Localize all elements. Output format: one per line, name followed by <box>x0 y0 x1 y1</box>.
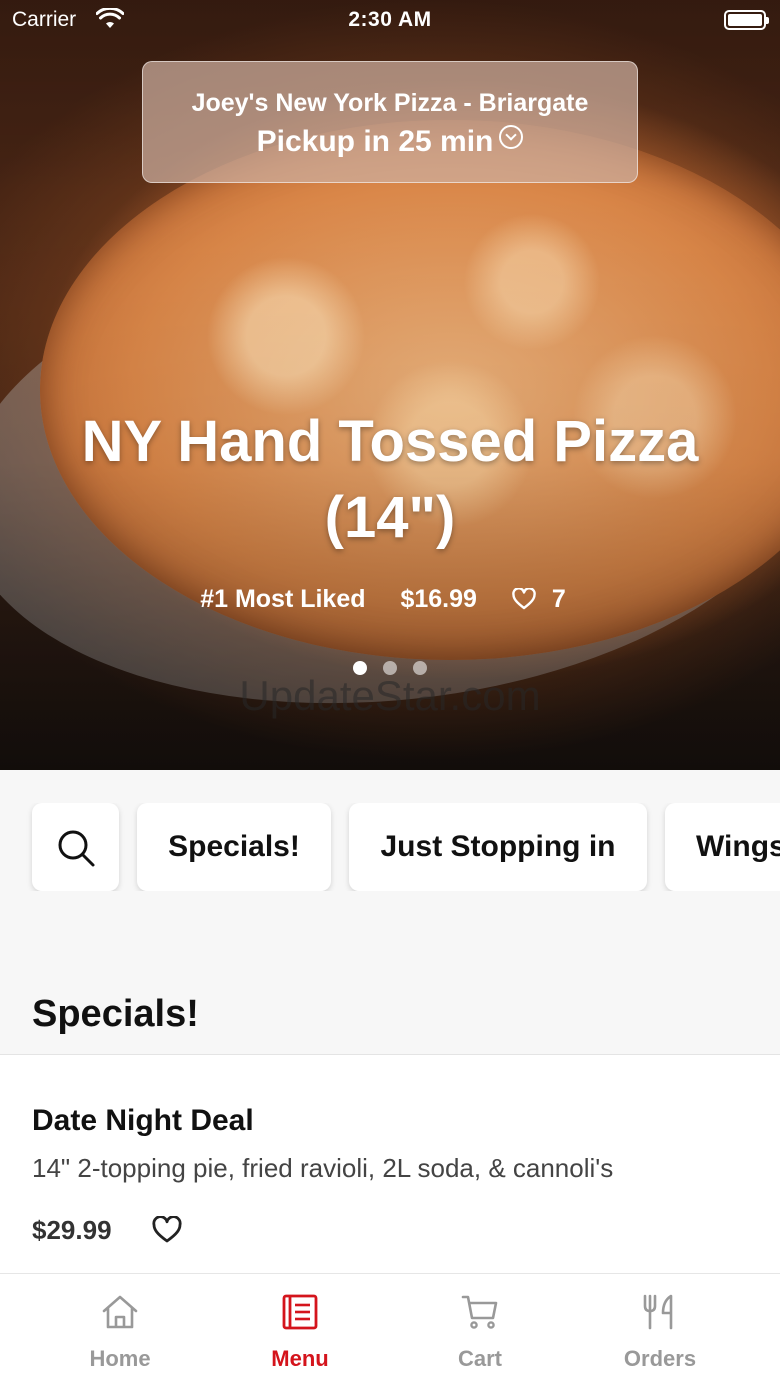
location-selector[interactable]: Joey's New York Pizza - Briargate Pickup… <box>142 61 638 183</box>
tab-orders[interactable]: Orders <box>570 1274 750 1387</box>
tab-cart[interactable]: Cart <box>390 1274 570 1387</box>
pickup-time: Pickup in 25 min <box>143 125 637 159</box>
category-chip-specials[interactable]: Specials! <box>137 803 331 891</box>
category-chip-just-stopping-in[interactable]: Just Stopping in <box>349 803 647 891</box>
featured-rank: #1 Most Liked <box>200 585 366 613</box>
tab-bar: Home Menu Cart Orders <box>0 1273 780 1387</box>
cart-icon <box>461 1295 498 1329</box>
section-title: Specials! <box>32 993 199 1035</box>
featured-item-title: NY Hand Tossed Pizza (14") <box>81 409 699 550</box>
category-bar[interactable]: Specials! Just Stopping in Wings <box>0 803 780 891</box>
watermark: UpdateStar.com <box>239 672 541 719</box>
featured-item-meta: #1 Most Liked $16.99 7 <box>0 585 780 614</box>
featured-likes[interactable]: 7 <box>512 585 580 613</box>
menu-item-description: 14" 2-topping pie, fried ravioli, 2L sod… <box>32 1153 614 1183</box>
menu-icon <box>282 1294 318 1330</box>
tab-menu[interactable]: Menu <box>210 1274 390 1387</box>
menu-item-price: $29.99 <box>32 1215 112 1245</box>
tab-home[interactable]: Home <box>30 1274 210 1387</box>
restaurant-name: Joey's New York Pizza - Briargate <box>191 89 589 117</box>
menu-item[interactable]: Date Night Deal 14" 2-topping pie, fried… <box>0 1055 780 1273</box>
search-icon <box>58 830 95 867</box>
menu-item-title: Date Night Deal <box>32 1104 254 1137</box>
status-bar: Carrier 2:30 AM <box>0 0 780 40</box>
heart-icon <box>512 588 536 610</box>
heart-icon[interactable] <box>152 1216 182 1244</box>
category-chip-wings[interactable]: Wings <box>665 803 780 891</box>
clock: 2:30 AM <box>348 8 432 31</box>
search-button[interactable] <box>32 803 119 891</box>
chevron-down-icon <box>499 125 524 149</box>
home-icon <box>102 1295 138 1329</box>
battery-icon <box>724 10 769 30</box>
featured-price: $16.99 <box>400 585 477 613</box>
utensils-icon <box>643 1294 673 1330</box>
